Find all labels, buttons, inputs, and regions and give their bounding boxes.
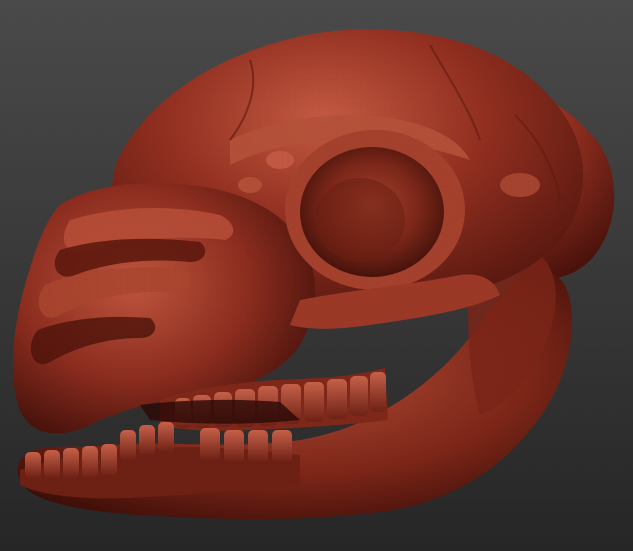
viewport xyxy=(0,0,633,551)
skull-sculpt xyxy=(0,0,633,551)
